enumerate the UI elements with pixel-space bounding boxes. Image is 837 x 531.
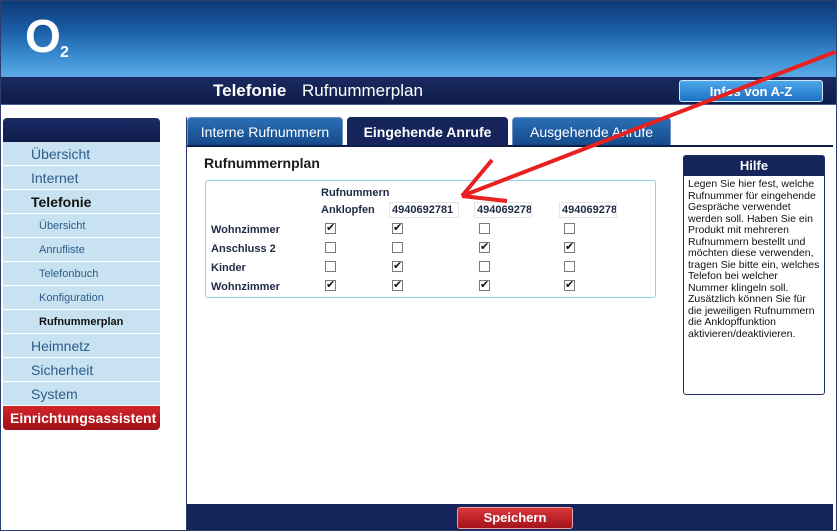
phone-row-label: Wohnzimmer — [211, 224, 280, 236]
phone-row-label: Kinder — [211, 262, 246, 274]
save-button[interactable]: Speichern — [457, 507, 573, 529]
number-assignment-checkbox[interactable] — [564, 223, 575, 234]
number-assignment-checkbox[interactable]: ✔ — [479, 242, 490, 253]
call-waiting-column-header: Anklopfen — [321, 204, 375, 216]
numbers-group-label: Rufnummern — [321, 187, 390, 199]
number-assignment-checkbox[interactable] — [564, 261, 575, 272]
number-field-1[interactable]: 4940692781 — [389, 202, 459, 218]
setup-wizard-button[interactable]: Einrichtungsassistent — [3, 406, 160, 430]
sidebar-subitem-konfiguration[interactable]: Konfiguration — [3, 286, 160, 310]
router-web-ui: O 2 Telefonie Rufnummerplan Infos von A-… — [0, 0, 837, 531]
number-assignment-checkbox[interactable]: ✔ — [392, 223, 403, 234]
sidebar-item-sicherheit[interactable]: Sicherheit — [3, 358, 160, 382]
sidebar-subitem-uebersicht[interactable]: Übersicht — [3, 214, 160, 238]
call-waiting-checkbox[interactable] — [325, 242, 336, 253]
sidebar-item-uebersicht[interactable]: Übersicht — [3, 142, 160, 166]
number-field-3[interactable]: 4940692783 — [559, 202, 617, 218]
number-field-2[interactable]: 4940692782 — [474, 202, 532, 218]
number-assignment-checkbox[interactable]: ✔ — [564, 242, 575, 253]
sidebar-item-telefonie[interactable]: Telefonie — [3, 190, 160, 214]
phone-row-label: Wohnzimmer — [211, 281, 280, 293]
tabs-underline — [187, 145, 833, 147]
tab-eingehende-anrufe[interactable]: Eingehende Anrufe — [347, 117, 508, 145]
o2-logo: O — [25, 10, 61, 62]
tab-interne-rufnummern[interactable]: Interne Rufnummern — [187, 117, 343, 145]
header-banner: O 2 — [1, 1, 836, 77]
number-assignment-checkbox[interactable] — [479, 223, 490, 234]
page-title: Telefonie — [213, 81, 287, 100]
number-assignment-checkbox[interactable] — [392, 242, 403, 253]
page-subtitle: Rufnummerplan — [302, 81, 423, 100]
help-title: Hilfe — [684, 156, 824, 176]
info-a-z-button[interactable]: Infos von A-Z — [679, 80, 823, 102]
o2-logo-subscript: 2 — [60, 44, 69, 61]
call-waiting-checkbox[interactable] — [325, 261, 336, 272]
help-panel: Hilfe Legen Sie hier fest, welche Rufnum… — [683, 155, 825, 395]
number-assignment-checkbox[interactable]: ✔ — [564, 280, 575, 291]
number-assignment-checkbox[interactable]: ✔ — [392, 261, 403, 272]
sidebar-header — [3, 118, 160, 142]
sidebar: Übersicht Internet Telefonie Übersicht A… — [3, 142, 160, 430]
main-panel: Interne Rufnummern Eingehende Anrufe Aus… — [186, 117, 833, 530]
footer-bar: Speichern — [187, 504, 833, 530]
sidebar-subitem-telefonbuch[interactable]: Telefonbuch — [3, 262, 160, 286]
section-title: Rufnummernplan — [204, 155, 320, 171]
help-text: Legen Sie hier fest, welche Rufnummer fü… — [688, 178, 820, 340]
call-waiting-checkbox[interactable]: ✔ — [325, 223, 336, 234]
sidebar-item-internet[interactable]: Internet — [3, 166, 160, 190]
sidebar-subitem-rufnummerplan[interactable]: Rufnummerplan — [3, 310, 160, 334]
sidebar-subitem-anrufliste[interactable]: Anrufliste — [3, 238, 160, 262]
number-assignment-checkbox[interactable]: ✔ — [479, 280, 490, 291]
phone-row-label: Anschluss 2 — [211, 243, 276, 255]
call-waiting-checkbox[interactable]: ✔ — [325, 280, 336, 291]
sidebar-item-system[interactable]: System — [3, 382, 160, 406]
sidebar-item-heimnetz[interactable]: Heimnetz — [3, 334, 160, 358]
tab-ausgehende-anrufe[interactable]: Ausgehende Anrufe — [512, 117, 671, 145]
number-assignment-checkbox[interactable] — [479, 261, 490, 272]
number-assignment-checkbox[interactable]: ✔ — [392, 280, 403, 291]
